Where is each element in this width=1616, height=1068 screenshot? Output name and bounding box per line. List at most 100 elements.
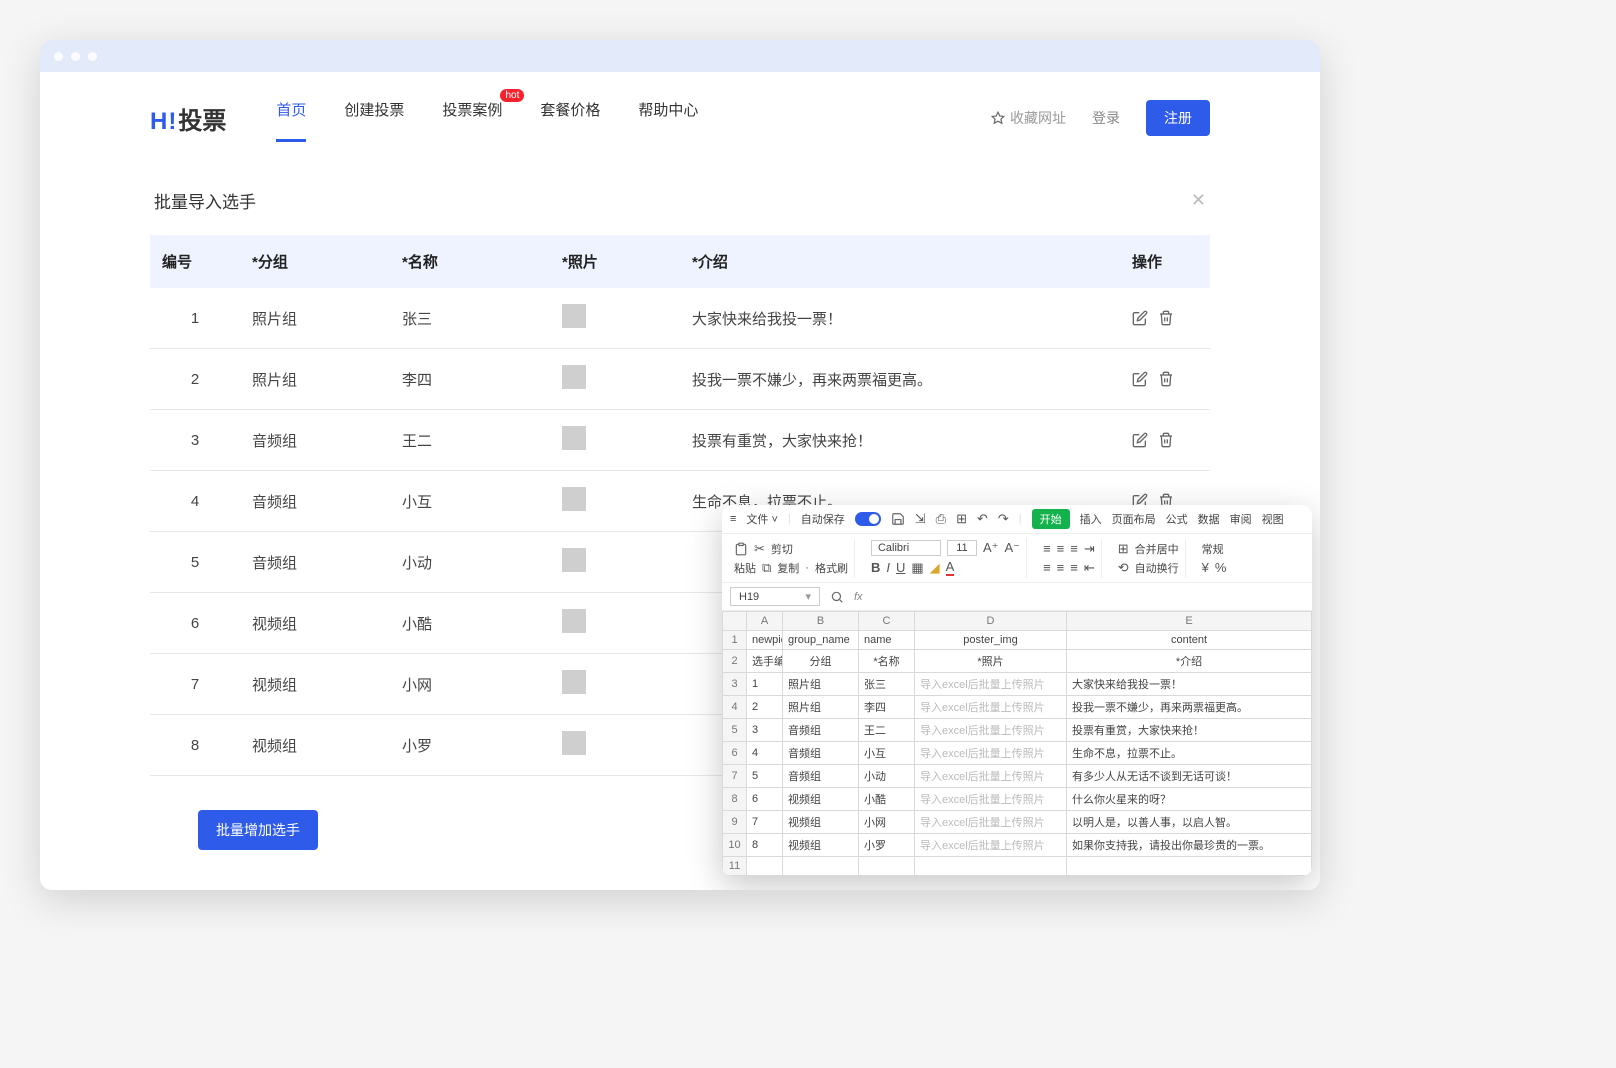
- sheet-cell[interactable]: 大家快来给我投一票！: [1067, 673, 1312, 696]
- delete-icon[interactable]: [1158, 371, 1174, 387]
- sheet-cell[interactable]: 7: [747, 811, 783, 834]
- sheet-cell[interactable]: 小网: [859, 811, 915, 834]
- sheet-cell[interactable]: poster_img: [915, 631, 1067, 650]
- save-icon[interactable]: [891, 512, 905, 526]
- wrap-icon[interactable]: ⟲: [1118, 560, 1129, 576]
- sheet-cell[interactable]: 小酷: [859, 788, 915, 811]
- sheet-cell[interactable]: 视频组: [783, 788, 859, 811]
- nav-create[interactable]: 创建投票: [344, 99, 404, 138]
- col-header[interactable]: D: [915, 612, 1067, 631]
- export-icon[interactable]: ⇲: [915, 511, 926, 527]
- copy-label[interactable]: 复制: [777, 560, 799, 576]
- sheet-row[interactable]: 2选手编号分组*名称*照片*介绍: [723, 650, 1312, 673]
- photo-thumb[interactable]: [562, 426, 586, 450]
- sheet-cell[interactable]: 照片组: [783, 696, 859, 719]
- row-num[interactable]: 9: [723, 811, 747, 834]
- sheet-row[interactable]: 42照片组李四导入excel后批量上传照片投我一票不嫌少，再来两票福更高。: [723, 696, 1312, 719]
- sheet-cell[interactable]: content: [1067, 631, 1312, 650]
- tab-data[interactable]: 数据: [1198, 511, 1220, 527]
- sheet-row[interactable]: 11: [723, 857, 1312, 876]
- tab-layout[interactable]: 页面布局: [1112, 511, 1156, 527]
- sheet-row[interactable]: 97视频组小网导入excel后批量上传照片以明人是，以善人事，以启人智。: [723, 811, 1312, 834]
- sheet-cell[interactable]: 李四: [859, 696, 915, 719]
- photo-thumb[interactable]: [562, 609, 586, 633]
- sheet-cell[interactable]: 投票有重赏，大家快来抢！: [1067, 719, 1312, 742]
- menu-icon[interactable]: ≡: [730, 513, 736, 525]
- row-num[interactable]: 3: [723, 673, 747, 696]
- fmt-label[interactable]: 格式刷: [815, 560, 848, 576]
- fontsize-select[interactable]: 11: [947, 540, 977, 556]
- copy-icon[interactable]: ⧉: [762, 560, 771, 576]
- font-select[interactable]: Calibri: [871, 540, 941, 556]
- fill-icon[interactable]: ◢: [930, 560, 940, 576]
- sheet-cell[interactable]: 张三: [859, 673, 915, 696]
- align-top-icon[interactable]: ≡: [1043, 541, 1051, 556]
- sheet-row[interactable]: 75音频组小动导入excel后批量上传照片有多少人从无话不谈到无话可谈！: [723, 765, 1312, 788]
- nav-cases[interactable]: 投票案例hot: [442, 99, 502, 138]
- sheet-row[interactable]: 53音频组王二导入excel后批量上传照片投票有重赏，大家快来抢！: [723, 719, 1312, 742]
- undo-icon[interactable]: ↶: [977, 511, 988, 527]
- sheet-cell[interactable]: 什么你火星来的呀？: [1067, 788, 1312, 811]
- sheet-cell[interactable]: 分组: [783, 650, 859, 673]
- sheet-cell[interactable]: 导入excel后批量上传照片: [915, 742, 1067, 765]
- sheet-cell[interactable]: 导入excel后批量上传照片: [915, 811, 1067, 834]
- edit-icon[interactable]: [1132, 432, 1148, 448]
- sheet-row[interactable]: 108视频组小罗导入excel后批量上传照片如果你支持我，请投出你最珍贵的一票。: [723, 834, 1312, 857]
- sheet-cell[interactable]: *介绍: [1067, 650, 1312, 673]
- row-num[interactable]: 2: [723, 650, 747, 673]
- sheet-cell[interactable]: *照片: [915, 650, 1067, 673]
- preview-icon[interactable]: ⊞: [956, 511, 967, 527]
- sheet-cell[interactable]: 2: [747, 696, 783, 719]
- sheet-cell[interactable]: 投我一票不嫌少，再来两票福更高。: [1067, 696, 1312, 719]
- currency-icon[interactable]: ¥: [1202, 560, 1209, 575]
- numfmt-label[interactable]: 常规: [1202, 541, 1224, 557]
- nav-home[interactable]: 首页: [276, 99, 306, 138]
- clipboard-icon[interactable]: [734, 542, 748, 556]
- batch-add-button[interactable]: 批量增加选手: [198, 810, 318, 850]
- sheet-row[interactable]: 64音频组小互导入excel后批量上传照片生命不息，拉票不止。: [723, 742, 1312, 765]
- sheet-cell[interactable]: 照片组: [783, 673, 859, 696]
- row-num[interactable]: 7: [723, 765, 747, 788]
- sheet-cell[interactable]: newpid: [747, 631, 783, 650]
- tab-formula[interactable]: 公式: [1166, 511, 1188, 527]
- outdent-icon[interactable]: ⇤: [1084, 560, 1095, 576]
- cut-icon[interactable]: ✂: [754, 541, 765, 557]
- sheet-cell[interactable]: 导入excel后批量上传照片: [915, 765, 1067, 788]
- align-mid-icon[interactable]: ≡: [1057, 541, 1065, 556]
- row-num[interactable]: 1: [723, 631, 747, 650]
- register-button[interactable]: 注册: [1146, 100, 1210, 136]
- sheet-row[interactable]: 1newpidgroup_namenameposter_imgcontent: [723, 631, 1312, 650]
- col-header[interactable]: C: [859, 612, 915, 631]
- sheet-cell[interactable]: 音频组: [783, 765, 859, 788]
- wrap-label[interactable]: 自动换行: [1135, 560, 1179, 576]
- sheet-cell[interactable]: 小罗: [859, 834, 915, 857]
- sheet-cell[interactable]: 视频组: [783, 834, 859, 857]
- sheet-cell[interactable]: 有多少人从无话不谈到无话可谈！: [1067, 765, 1312, 788]
- col-header[interactable]: B: [783, 612, 859, 631]
- dec-font-icon[interactable]: A⁻: [1005, 540, 1021, 556]
- autosave-toggle[interactable]: [855, 512, 881, 526]
- sheet-cell[interactable]: 5: [747, 765, 783, 788]
- align-bot-icon[interactable]: ≡: [1070, 541, 1078, 556]
- sheet-cell[interactable]: 视频组: [783, 811, 859, 834]
- sheet-row[interactable]: 86视频组小酷导入excel后批量上传照片什么你火星来的呀？: [723, 788, 1312, 811]
- sheet-cell[interactable]: 1: [747, 673, 783, 696]
- tab-insert[interactable]: 插入: [1080, 511, 1102, 527]
- window-dot[interactable]: [71, 52, 80, 61]
- percent-icon[interactable]: %: [1215, 560, 1227, 575]
- sheet-cell[interactable]: name: [859, 631, 915, 650]
- tab-start[interactable]: 开始: [1032, 509, 1070, 529]
- photo-thumb[interactable]: [562, 365, 586, 389]
- window-dot[interactable]: [88, 52, 97, 61]
- align-center-icon[interactable]: ≡: [1057, 560, 1065, 575]
- nav-help[interactable]: 帮助中心: [638, 99, 698, 138]
- underline-icon[interactable]: U: [896, 560, 905, 575]
- edit-icon[interactable]: [1132, 371, 1148, 387]
- row-num[interactable]: 8: [723, 788, 747, 811]
- menu-file[interactable]: 文件 ˅: [746, 511, 777, 527]
- sheet-grid[interactable]: A B C D E 1newpidgroup_namenameposter_im…: [722, 611, 1312, 876]
- corner-cell[interactable]: [723, 612, 747, 631]
- photo-thumb[interactable]: [562, 304, 586, 328]
- tab-review[interactable]: 审阅: [1230, 511, 1252, 527]
- merge-icon[interactable]: ⊞: [1118, 541, 1129, 557]
